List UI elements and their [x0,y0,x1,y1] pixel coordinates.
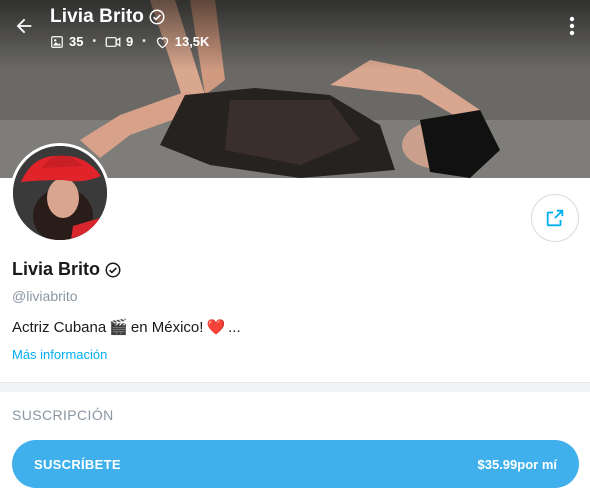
clapperboard-emoji: 🎬 [109,319,128,336]
back-button[interactable] [10,12,38,40]
video-icon [105,36,121,47]
stat-likes: 13,5K [155,34,210,49]
subscribe-price: $35.99por mí [477,456,558,472]
bio-text: en México! [130,318,204,336]
header-stats: 35 • 9 • 13,5K [50,34,209,49]
more-info-link[interactable]: Más información [12,347,107,362]
avatar[interactable] [10,143,110,243]
profile-name-text: Livia Brito [12,259,101,279]
verified-icon [149,9,165,25]
share-button[interactable] [531,194,579,242]
header-title-block: Livia Brito 35 • 9 • 13,5K [50,6,209,49]
stat-photos: 35 [50,34,83,49]
share-icon [546,209,564,227]
subscribe-button[interactable]: SUSCRÍBETE $35.99por mí [12,440,579,488]
top-bar: Livia Brito 35 • 9 • 13,5K [0,0,590,60]
more-vertical-icon [569,16,575,36]
stat-separator: • [92,36,96,47]
profile-name: Livia Brito [12,259,122,280]
more-options-button[interactable] [562,14,582,38]
photo-count: 35 [69,34,84,49]
section-divider [0,382,590,392]
header-title: Livia Brito [50,6,209,28]
bio-text: Actriz Cubana [12,318,107,336]
back-arrow-icon [16,18,32,34]
profile-handle: @liviabrito [12,288,78,304]
heart-emoji: ❤️ [206,319,226,336]
video-count: 9 [125,34,134,49]
subscription-heading: SUSCRIPCIÓN [12,407,114,423]
profile-bio: Actriz Cubana 🎬 en México! ❤️ ... [12,318,241,337]
avatar-image [13,146,107,240]
verified-icon [105,262,121,277]
heart-icon [156,36,168,48]
like-count: 13,5K [174,34,210,49]
stat-separator: • [142,36,146,47]
stat-videos: 9 [105,34,133,49]
bio-ellipsis: ... [228,318,241,336]
header-title-text: Livia Brito [50,6,145,27]
subscribe-label: SUSCRÍBETE [34,456,121,472]
image-icon [51,35,63,48]
